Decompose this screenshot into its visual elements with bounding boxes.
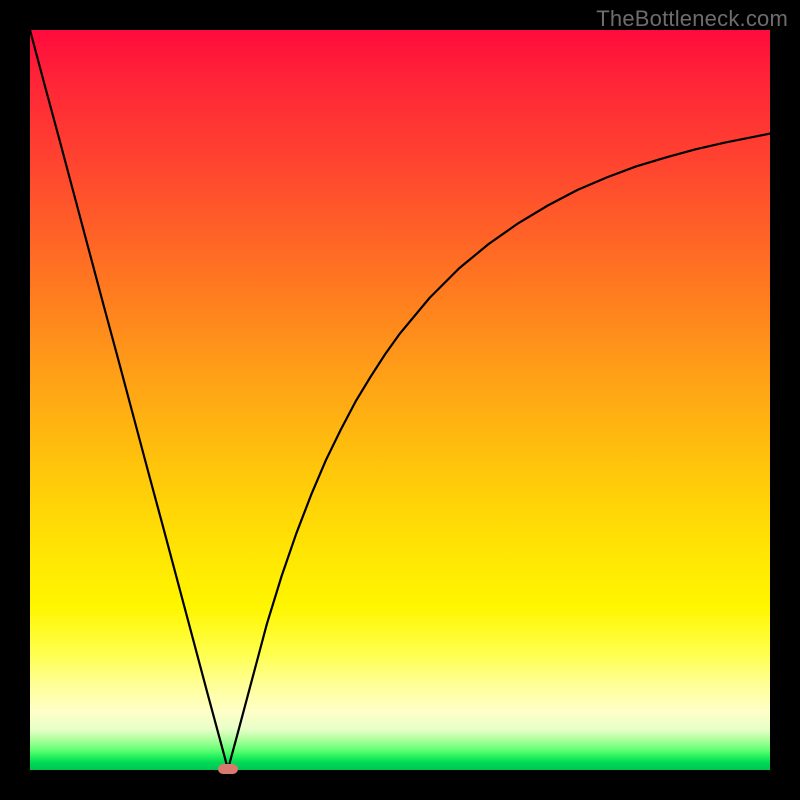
curve-path <box>30 30 770 769</box>
minimum-marker <box>218 764 238 774</box>
watermark-text: TheBottleneck.com <box>596 6 788 32</box>
plot-area <box>30 30 770 770</box>
bottleneck-curve <box>30 30 770 770</box>
chart-frame: TheBottleneck.com <box>0 0 800 800</box>
